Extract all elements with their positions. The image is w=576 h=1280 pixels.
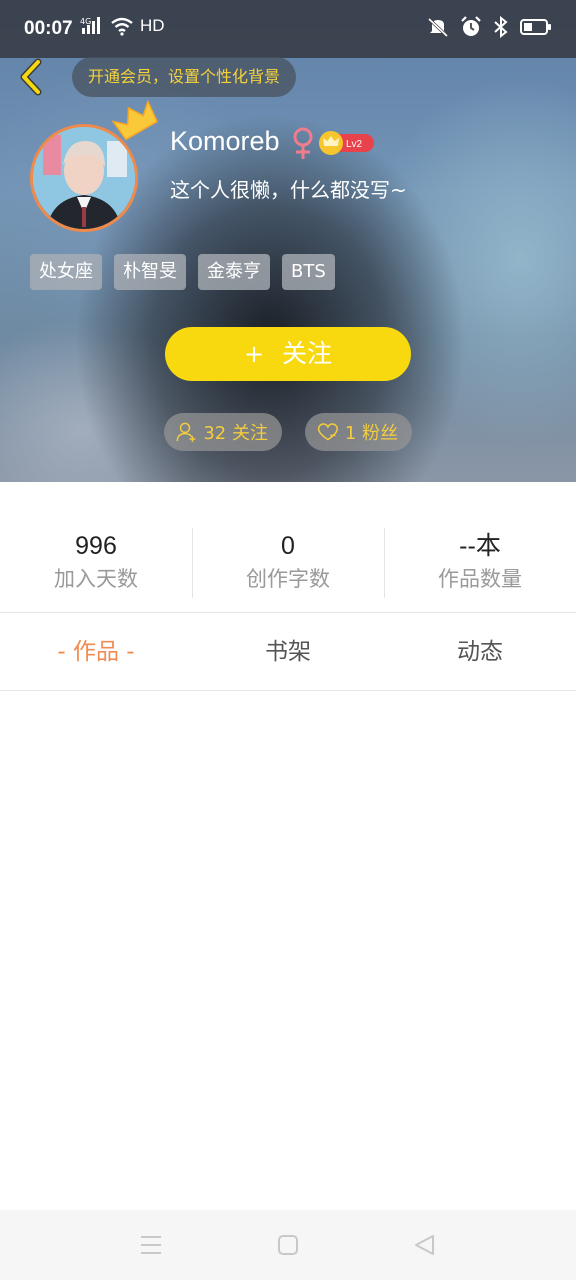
heart-icon bbox=[317, 423, 338, 441]
profile-tabs: - 作品 - 书架 动态 bbox=[0, 612, 576, 691]
stat-label: 作品数量 bbox=[438, 567, 522, 591]
following-count-button[interactable]: 32 关注 bbox=[164, 413, 282, 451]
battery-icon bbox=[520, 19, 551, 35]
home-icon[interactable] bbox=[273, 1232, 303, 1258]
tab-activity[interactable]: 动态 bbox=[384, 613, 576, 690]
stat-works-count: --本 作品数量 bbox=[384, 528, 576, 598]
female-gender-icon bbox=[293, 127, 313, 159]
follow-button[interactable]: + 关注 bbox=[165, 327, 411, 381]
alarm-icon bbox=[461, 16, 481, 36]
tab-bookshelf[interactable]: 书架 bbox=[192, 613, 384, 690]
tab-content-area bbox=[0, 692, 576, 1210]
stat-join-days: 996 加入天数 bbox=[0, 528, 192, 598]
profile-stats: 996 加入天数 0 创作字数 --本 作品数量 bbox=[0, 528, 576, 598]
fans-count-button[interactable]: 1 粉丝 bbox=[305, 413, 412, 451]
tag-item: 处女座 bbox=[30, 254, 102, 290]
stat-label: 创作字数 bbox=[246, 567, 330, 591]
avatar-photo bbox=[33, 127, 135, 229]
mute-icon bbox=[427, 17, 449, 38]
following-label: 32 关注 bbox=[203, 423, 268, 444]
fans-label: 1 粉丝 bbox=[344, 423, 398, 444]
plus-icon: + bbox=[243, 340, 265, 368]
stat-label: 加入天数 bbox=[54, 567, 138, 591]
bio-text: 这个人很懒，什么都没写~ bbox=[170, 178, 407, 202]
tag-item: BTS bbox=[282, 254, 335, 290]
wifi-icon bbox=[111, 17, 133, 36]
status-bar: 00:07 4G HD bbox=[0, 0, 576, 58]
stat-value: 0 bbox=[281, 532, 295, 560]
profile-header: 00:07 4G HD 开通会员，设置个性化背景 Komoreb Lv2 这个人… bbox=[0, 0, 576, 482]
user-add-icon bbox=[176, 422, 196, 442]
system-nav-bar bbox=[0, 1210, 576, 1280]
follow-label: 关注 bbox=[282, 339, 333, 368]
bluetooth-icon bbox=[494, 16, 508, 38]
svg-text:4G: 4G bbox=[80, 17, 91, 26]
menu-icon[interactable] bbox=[136, 1232, 166, 1258]
avatar[interactable] bbox=[30, 124, 138, 232]
status-time: 00:07 bbox=[24, 18, 73, 39]
level-badge: Lv2 bbox=[319, 131, 374, 155]
tag-item: 金泰亨 bbox=[198, 254, 270, 290]
stat-value: 996 bbox=[75, 532, 117, 560]
tag-item: 朴智旻 bbox=[114, 254, 186, 290]
back-triangle-icon[interactable] bbox=[410, 1232, 440, 1258]
stat-value: --本 bbox=[459, 532, 501, 560]
vip-background-banner[interactable]: 开通会员，设置个性化背景 bbox=[72, 57, 297, 97]
tag-list: 处女座 朴智旻 金泰亨 BTS bbox=[30, 254, 335, 290]
tab-works[interactable]: - 作品 - bbox=[0, 613, 192, 690]
4g-signal-icon: 4G bbox=[80, 17, 100, 34]
stat-word-count: 0 创作字数 bbox=[192, 528, 384, 598]
nickname: Komoreb bbox=[170, 126, 280, 156]
network-label: HD bbox=[140, 16, 165, 35]
back-button[interactable] bbox=[16, 58, 46, 96]
level-label: Lv2 bbox=[346, 139, 363, 150]
